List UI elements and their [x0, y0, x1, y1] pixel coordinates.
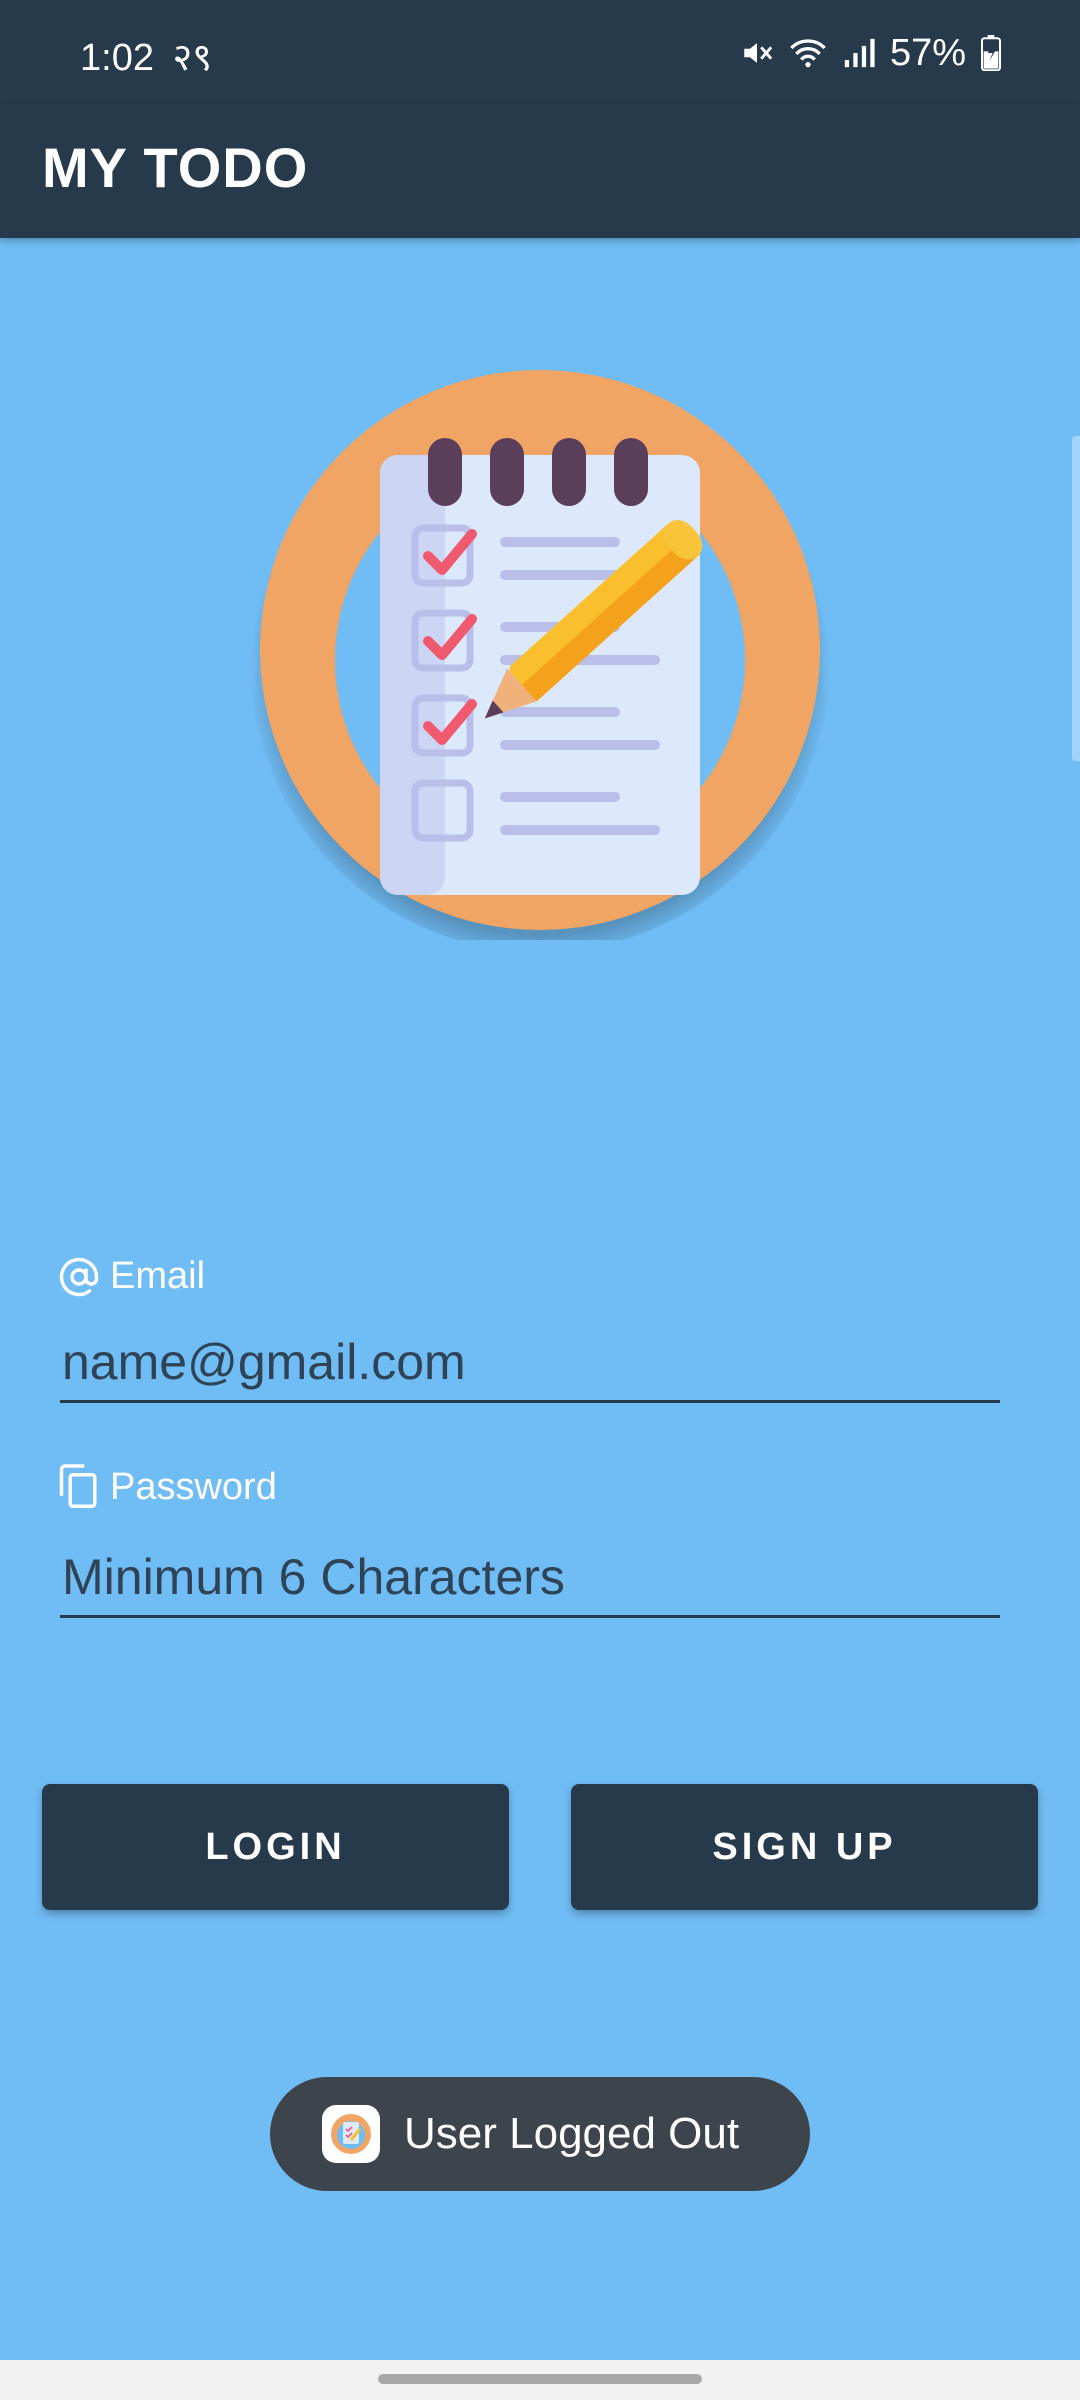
status-icons: 57% [740, 28, 1002, 78]
scroll-indicator[interactable] [1072, 436, 1080, 761]
battery-percent: 57% [889, 31, 966, 74]
password-label-text: Password [110, 1465, 277, 1508]
at-sign-icon [59, 1257, 99, 1296]
clock-text: 1:02 [80, 37, 154, 79]
home-gesture-handle[interactable] [378, 2374, 702, 2384]
battery-icon [981, 35, 1001, 71]
date-text: २९ [172, 37, 213, 79]
status-bar: 1:02 २९ 57% [0, 0, 1080, 105]
password-label: Password [58, 1463, 277, 1511]
toast-message: User Logged Out [270, 2077, 810, 2191]
navigation-bar [0, 2360, 1080, 2400]
toast-text: User Logged Out [404, 2109, 740, 2158]
email-field[interactable] [60, 1323, 1000, 1403]
app-bar: MY TODO [0, 105, 1080, 238]
login-button[interactable]: LOGIN [42, 1784, 509, 1910]
app-icon [322, 2105, 380, 2163]
email-label-text: Email [110, 1255, 206, 1297]
signal-icon [844, 38, 875, 68]
email-label: Email [58, 1255, 205, 1298]
copy-icon [59, 1464, 97, 1508]
signup-button[interactable]: SIGN UP [571, 1784, 1038, 1910]
status-time: 1:02 २९ [80, 30, 212, 82]
mute-icon [744, 43, 773, 63]
todo-checklist-logo [250, 360, 830, 952]
password-field[interactable] [60, 1538, 1000, 1618]
app-title: MY TODO [42, 136, 309, 199]
wifi-icon [790, 39, 826, 68]
